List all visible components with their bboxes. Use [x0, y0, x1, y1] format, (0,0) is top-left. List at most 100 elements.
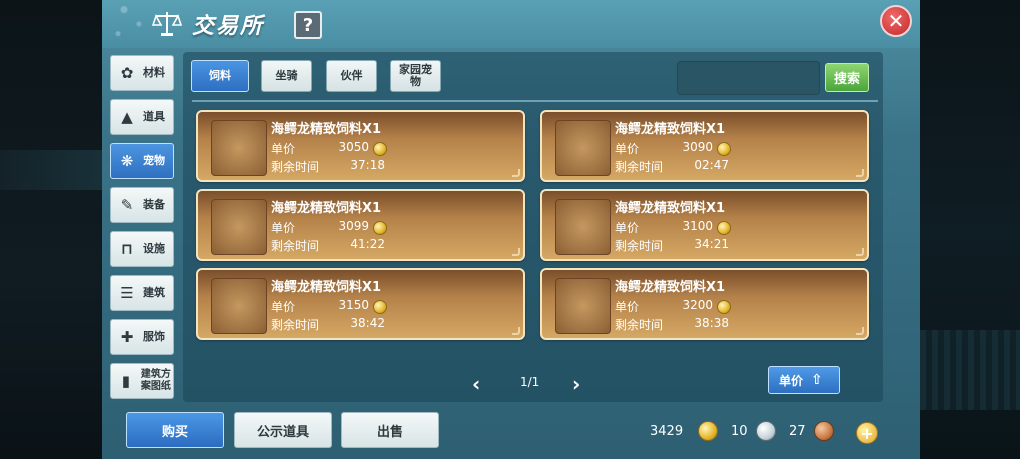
feed-bag-icon	[211, 120, 267, 176]
sidebar-item-label: 服饰	[143, 330, 165, 343]
item-name: 海鳄龙精致饲料X1	[271, 280, 382, 295]
tab-feed[interactable]: 饲料	[191, 60, 249, 92]
buy-button[interactable]: 购买	[126, 412, 224, 448]
sidebar-item-label: 建筑	[143, 286, 165, 299]
item-name: 海鳄龙精致饲料X1	[615, 201, 726, 216]
sort-label: 单价	[779, 373, 804, 388]
listing-card[interactable]: 海鳄龙精致饲料X1 单价 3090 剩余时间 02:47	[540, 110, 869, 182]
corner-deco	[856, 169, 864, 177]
sell-button[interactable]: 出售	[341, 412, 439, 448]
price-label: 单价	[615, 300, 640, 314]
item-price: 3200	[682, 298, 713, 312]
sidebar-item-clothing[interactable]: ✚ 服饰	[110, 319, 174, 355]
close-button[interactable]: ✕	[880, 5, 912, 37]
gold-coin-icon	[373, 142, 387, 156]
help-button[interactable]: ?	[294, 11, 322, 39]
price-label: 单价	[271, 221, 296, 235]
tab-partner[interactable]: 伙伴	[326, 60, 377, 92]
sidebar-item-building[interactable]: ☰ 建筑	[110, 275, 174, 311]
sidebar-item-label: 道具	[143, 110, 165, 123]
time-remaining: 02:47	[694, 158, 729, 172]
clothing-icon: ✚	[120, 328, 134, 346]
time-remaining: 38:42	[350, 316, 385, 330]
listing-card[interactable]: 海鳄龙精致饲料X1 单价 3099 剩余时间 41:22	[196, 189, 525, 261]
gold-coin-icon	[717, 142, 731, 156]
listing-card[interactable]: 海鳄龙精致饲料X1 单价 3050 剩余时间 37:18	[196, 110, 525, 182]
corner-deco	[856, 327, 864, 335]
left-background-deco	[0, 150, 102, 190]
tab-mount[interactable]: 坐骑	[261, 60, 312, 92]
item-price: 3099	[338, 219, 369, 233]
divider	[192, 100, 878, 102]
time-label: 剩余时间	[271, 239, 320, 253]
item-price: 3100	[682, 219, 713, 233]
price-label: 单价	[615, 142, 640, 156]
time-remaining: 37:18	[350, 158, 385, 172]
item-price: 3150	[338, 298, 369, 312]
price-label: 单价	[271, 142, 296, 156]
tab-home-pet[interactable]: 家园宠物	[390, 60, 441, 92]
time-label: 剩余时间	[271, 160, 320, 174]
gold-coin-icon	[717, 300, 731, 314]
feed-bag-icon	[211, 278, 267, 334]
sidebar-item-equipment[interactable]: ✎ 装备	[110, 187, 174, 223]
corner-deco	[512, 248, 520, 256]
prev-page-button[interactable]: ‹	[472, 372, 480, 396]
sidebar-item-label: 建筑方案图纸	[140, 369, 171, 392]
bronze-amount: 27	[789, 424, 806, 439]
search-input[interactable]	[677, 61, 820, 95]
sidebar-item-label: 设施	[143, 242, 165, 255]
add-currency-button[interactable]: +	[856, 422, 878, 444]
feed-bag-icon	[555, 199, 611, 255]
item-icon: ▲	[121, 108, 133, 126]
silver-coin-icon	[756, 421, 776, 441]
sidebar-item-material[interactable]: ✿ 材料	[110, 55, 174, 91]
item-name: 海鳄龙精致饲料X1	[271, 201, 382, 216]
facility-icon: ⊓	[121, 240, 133, 258]
item-name: 海鳄龙精致饲料X1	[271, 122, 382, 137]
sidebar-item-facility[interactable]: ⊓ 设施	[110, 231, 174, 267]
listing-card[interactable]: 海鳄龙精致饲料X1 单价 3200 剩余时间 38:38	[540, 268, 869, 340]
listing-card[interactable]: 海鳄龙精致饲料X1 单价 3150 剩余时间 38:42	[196, 268, 525, 340]
corner-deco	[512, 327, 520, 335]
feed-bag-icon	[555, 278, 611, 334]
left-letterbox	[0, 0, 102, 459]
silver-amount: 10	[731, 424, 748, 439]
time-remaining: 41:22	[350, 237, 385, 251]
gold-coin-icon	[717, 221, 731, 235]
sort-price-button[interactable]: 单价 ⇧	[768, 366, 840, 394]
page-indicator: 1/1	[520, 375, 540, 389]
blueprint-icon: ▮	[121, 372, 131, 390]
feed-bag-icon	[555, 120, 611, 176]
building-icon: ☰	[120, 284, 134, 302]
corner-deco	[512, 169, 520, 177]
sidebar-item-blueprint[interactable]: ▮ 建筑方案图纸	[110, 363, 174, 399]
equipment-icon: ✎	[120, 196, 134, 214]
page-title: 交易所	[192, 14, 265, 39]
gold-coin-icon	[698, 421, 718, 441]
sidebar-item-props[interactable]: ▲ 道具	[110, 99, 174, 135]
gold-amount: 3429	[650, 424, 684, 439]
price-label: 单价	[271, 300, 296, 314]
material-icon: ✿	[120, 64, 134, 82]
sidebar-item-pet[interactable]: ❋ 宠物	[110, 143, 174, 179]
scales-icon	[152, 12, 182, 36]
paw-icon: ❋	[120, 152, 134, 170]
right-background-deco	[920, 330, 1020, 410]
time-remaining: 38:38	[694, 316, 729, 330]
feed-bag-icon	[211, 199, 267, 255]
listing-card[interactable]: 海鳄龙精致饲料X1 单价 3100 剩余时间 34:21	[540, 189, 869, 261]
sidebar-item-label: 宠物	[143, 154, 165, 167]
search-button[interactable]: 搜索	[825, 63, 869, 92]
item-price: 3090	[682, 140, 713, 154]
sidebar-item-label: 装备	[143, 198, 165, 211]
time-label: 剩余时间	[615, 239, 664, 253]
sidebar-item-label: 材料	[143, 66, 165, 79]
item-name: 海鳄龙精致饲料X1	[615, 280, 726, 295]
public-items-button[interactable]: 公示道具	[234, 412, 332, 448]
item-price: 3050	[338, 140, 369, 154]
next-page-button[interactable]: ›	[572, 372, 580, 396]
bronze-coin-icon	[814, 421, 834, 441]
corner-deco	[856, 248, 864, 256]
gold-coin-icon	[373, 300, 387, 314]
